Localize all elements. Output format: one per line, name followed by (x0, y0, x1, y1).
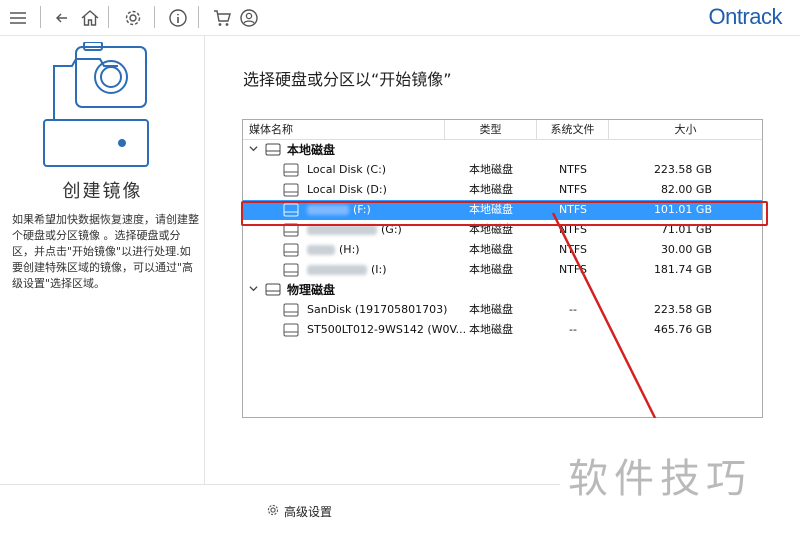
redacted-name (307, 245, 335, 255)
drive-type: 本地磁盘 (469, 183, 513, 196)
drive-name-cell: Local Disk (D:) (307, 180, 387, 200)
drive-type: 本地磁盘 (469, 163, 513, 176)
drive-size: 223.58 GB (653, 163, 712, 176)
drive-filesystem: NTFS (558, 263, 588, 276)
left-panel: 创建镜像 如果希望加快数据恢复速度，请创建整个硬盘或分区镜像 。选择硬盘或分区，… (0, 36, 205, 484)
drive-name: (G:) (381, 223, 402, 236)
column-header-name[interactable]: 媒体名称 (243, 120, 445, 140)
column-header-type[interactable]: 类型 (445, 120, 537, 140)
drive-name: Local Disk (D:) (307, 183, 387, 196)
drive-name-cell: (F:) (307, 200, 371, 220)
gear-icon[interactable] (121, 6, 145, 30)
table-group-row[interactable]: 物理磁盘 (243, 280, 762, 300)
drive-name-cell: SanDisk (191705801703) (307, 300, 447, 320)
left-panel-title: 创建镜像 (62, 181, 143, 202)
table-row[interactable]: (F:) 本地磁盘 NTFS 101.01 GB (243, 200, 762, 220)
table-group-row[interactable]: 本地磁盘 (243, 140, 762, 160)
advanced-settings-label: 高级设置 (284, 505, 333, 519)
toolbar-divider (198, 6, 199, 28)
drive-size: 82.00 GB (660, 183, 712, 196)
drive-name: Local Disk (C:) (307, 163, 387, 176)
drive-size: 101.01 GB (653, 203, 712, 216)
drive-name: (H:) (339, 243, 360, 256)
table-row[interactable]: ST500LT012-9WS142 (W0V... 本地磁盘 -- 465.76 GB (243, 320, 762, 340)
toolbar: Ontrack (0, 0, 800, 36)
drive-filesystem: -- (569, 303, 577, 316)
table-row[interactable]: (H:) 本地磁盘 NTFS 30.00 GB (243, 240, 762, 260)
collapse-chevron-icon[interactable] (249, 140, 258, 160)
drive-filesystem: NTFS (558, 243, 588, 256)
drive-name-cell: (I:) (307, 260, 387, 280)
advanced-settings-button[interactable]: 高级设置 (266, 503, 332, 520)
drive-name: (I:) (371, 263, 387, 276)
drive-filesystem: NTFS (558, 203, 588, 216)
home-icon[interactable] (78, 6, 102, 30)
disk-table: 媒体名称 类型 系统文件 大小 本地磁盘 Local Disk (C:) 本地磁盘 N… (242, 119, 763, 418)
drive-size: 223.58 GB (653, 303, 712, 316)
table-row[interactable]: (G:) 本地磁盘 NTFS 71.01 GB (243, 220, 762, 240)
menu-icon[interactable] (6, 6, 30, 30)
table-row[interactable]: Local Disk (D:) 本地磁盘 NTFS 82.00 GB (243, 180, 762, 200)
drive-name: ST500LT012-9WS142 (W0V... (307, 323, 467, 336)
redacted-name (307, 265, 367, 275)
drive-filesystem: -- (569, 323, 577, 336)
drive-type: 本地磁盘 (469, 323, 513, 336)
account-icon[interactable] (237, 6, 261, 30)
gear-icon (266, 503, 280, 520)
drive-type: 本地磁盘 (469, 263, 513, 276)
drive-size: 181.74 GB (653, 263, 712, 276)
table-row[interactable]: SanDisk (191705801703) 本地磁盘 -- 223.58 GB (243, 300, 762, 320)
redacted-name (307, 225, 377, 235)
info-icon[interactable] (166, 6, 190, 30)
drive-name-cell: (G:) (307, 220, 402, 240)
table-group-label: 物理磁盘 (287, 283, 336, 297)
toolbar-divider (154, 6, 155, 28)
redacted-name (307, 205, 349, 215)
drive-name: SanDisk (191705801703) (307, 303, 448, 316)
column-header-size[interactable]: 大小 (609, 120, 762, 140)
image-camera-icon (40, 41, 156, 176)
drive-type: 本地磁盘 (469, 303, 513, 316)
collapse-chevron-icon[interactable] (249, 280, 258, 300)
table-group-label: 本地磁盘 (287, 143, 336, 157)
drive-name-cell: ST500LT012-9WS142 (W0V... (307, 320, 466, 340)
drive-type: 本地磁盘 (469, 223, 513, 236)
table-header: 媒体名称 类型 系统文件 大小 (243, 120, 762, 140)
page-title: 选择硬盘或分区以“开始镜像” (243, 70, 452, 89)
brand-logo: Ontrack (708, 4, 782, 29)
left-panel-description: 如果希望加快数据恢复速度，请创建整个硬盘或分区镜像 。选择硬盘或分区，并点击"开… (12, 213, 199, 290)
app-window: Ontrack 创建镜像 如果希望加快数据恢复速度，请创建整个硬盘或分区镜像 。… (0, 0, 800, 537)
drive-type: 本地磁盘 (469, 203, 513, 216)
bottom-divider (0, 484, 560, 485)
drive-name-cell: Local Disk (C:) (307, 160, 386, 180)
drive-filesystem: NTFS (558, 163, 588, 176)
table-row[interactable]: (I:) 本地磁盘 NTFS 181.74 GB (243, 260, 762, 280)
toolbar-divider (40, 6, 41, 28)
drive-filesystem: NTFS (558, 223, 588, 236)
column-header-filesystem[interactable]: 系统文件 (537, 120, 609, 140)
cart-icon[interactable] (210, 6, 234, 30)
drive-size: 71.01 GB (660, 223, 712, 236)
drive-type: 本地磁盘 (469, 243, 513, 256)
table-row[interactable]: Local Disk (C:) 本地磁盘 NTFS 223.58 GB (243, 160, 762, 180)
drive-size: 30.00 GB (660, 243, 712, 256)
toolbar-divider (108, 6, 109, 28)
hard-drive-icon (283, 323, 299, 344)
back-icon[interactable] (50, 6, 74, 30)
drive-name-cell: (H:) (307, 240, 360, 260)
drive-filesystem: NTFS (558, 183, 588, 196)
watermark-text: 软件技巧 (568, 456, 752, 502)
drive-size: 465.76 GB (653, 323, 712, 336)
drive-name: (F:) (353, 203, 371, 216)
